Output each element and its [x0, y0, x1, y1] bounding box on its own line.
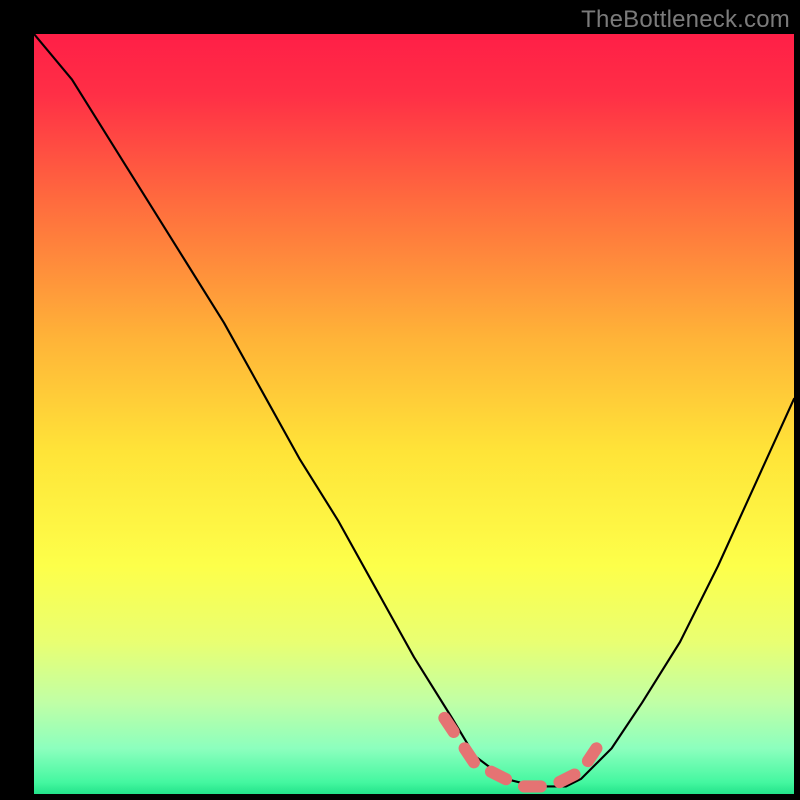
watermark-text: TheBottleneck.com — [581, 6, 790, 34]
chart-frame: TheBottleneck.com — [0, 0, 800, 800]
plot-area — [34, 34, 794, 794]
bottleneck-curve — [34, 34, 794, 794]
